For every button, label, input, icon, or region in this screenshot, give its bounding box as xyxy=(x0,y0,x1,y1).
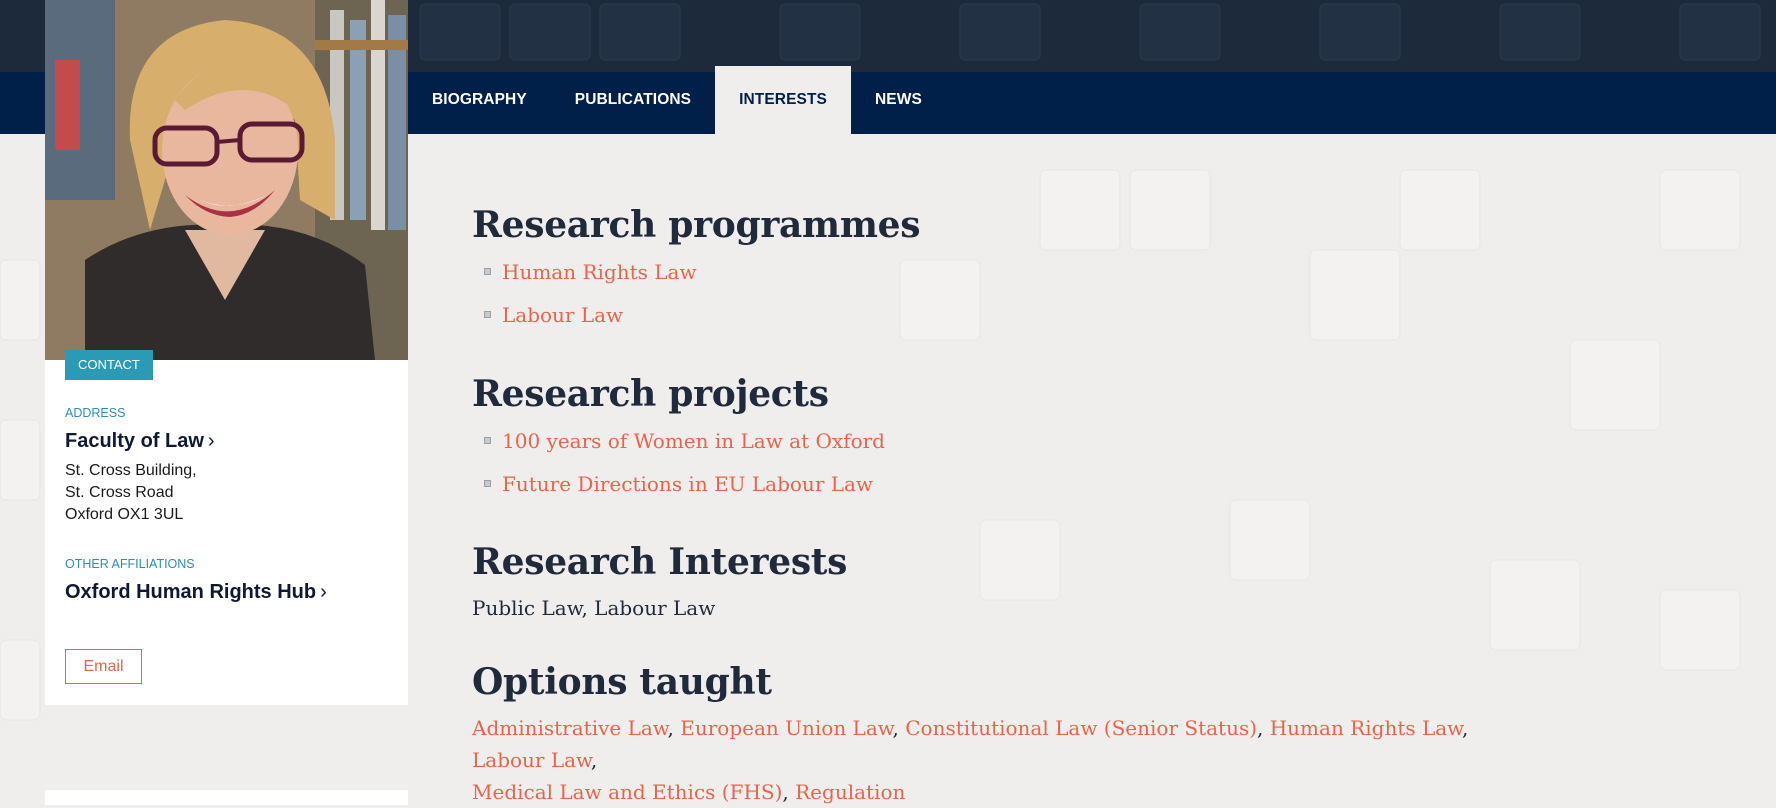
tab-interests[interactable]: INTERESTS xyxy=(715,66,851,134)
square-bullet-icon xyxy=(484,311,491,318)
list-item: Human Rights Law xyxy=(484,250,697,293)
research-projects-heading: Research projects xyxy=(472,373,829,415)
list-item: 100 years of Women in Law at Oxford xyxy=(484,419,885,462)
project-link[interactable]: Future Directions in EU Labour Law xyxy=(502,472,873,496)
tab-news[interactable]: NEWS xyxy=(851,66,946,134)
option-link[interactable]: Medical Law and Ethics (FHS) xyxy=(472,780,782,804)
address-line: Oxford OX1 3UL xyxy=(65,506,184,523)
options-taught-heading: Options taught xyxy=(472,661,772,703)
square-bullet-icon xyxy=(484,437,491,444)
list-item: Labour Law xyxy=(484,293,697,336)
profile-sidebar: CONTACT ADDRESS Faculty of Law › St. Cros… xyxy=(45,0,408,705)
address-label: ADDRESS xyxy=(65,406,126,420)
option-link[interactable]: Constitutional Law (Senior Status) xyxy=(905,716,1257,740)
research-programmes-list: Human Rights Law Labour Law xyxy=(484,250,697,336)
square-bullet-icon xyxy=(484,268,491,275)
options-taught-list: Administrative Law, European Union Law, … xyxy=(472,716,1469,804)
affiliation-link-label: Oxford Human Rights Hub xyxy=(65,581,317,603)
list-item: Future Directions in EU Labour Law xyxy=(484,462,885,505)
option-link[interactable]: Administrative Law xyxy=(472,716,668,740)
profile-photo xyxy=(45,0,408,360)
faculty-link[interactable]: Faculty of Law › xyxy=(65,430,215,453)
address-line: St. Cross Building, xyxy=(65,462,197,479)
address-line: St. Cross Road xyxy=(65,484,174,501)
tab-publications[interactable]: PUBLICATIONS xyxy=(551,66,715,134)
faculty-link-label: Faculty of Law xyxy=(65,430,204,452)
email-button[interactable]: Email xyxy=(65,649,142,684)
tab-biography[interactable]: BIOGRAPHY xyxy=(408,66,551,134)
research-projects-list: 100 years of Women in Law at Oxford Futu… xyxy=(484,419,885,505)
sidebar-card-secondary xyxy=(45,790,408,805)
chevron-right-icon: › xyxy=(320,581,327,603)
project-link[interactable]: 100 years of Women in Law at Oxford xyxy=(502,429,885,453)
profile-tabs: BIOGRAPHY PUBLICATIONS INTERESTS NEWS xyxy=(408,66,946,134)
option-link[interactable]: Human Rights Law xyxy=(1270,716,1462,740)
affiliation-link[interactable]: Oxford Human Rights Hub › xyxy=(65,581,327,604)
square-bullet-icon xyxy=(484,480,491,487)
research-programmes-heading: Research programmes xyxy=(472,204,921,246)
chevron-right-icon: › xyxy=(207,430,215,452)
contact-badge: CONTACT xyxy=(65,350,153,380)
option-link[interactable]: European Union Law xyxy=(680,716,892,740)
contact-card: CONTACT ADDRESS Faculty of Law › St. Cros… xyxy=(45,350,408,705)
affiliations-label: OTHER AFFILIATIONS xyxy=(65,557,195,571)
research-interests-heading: Research Interests xyxy=(472,541,848,583)
option-link[interactable]: Regulation xyxy=(795,780,905,804)
programme-link[interactable]: Labour Law xyxy=(502,303,623,327)
programme-link[interactable]: Human Rights Law xyxy=(502,260,697,284)
option-link[interactable]: Labour Law xyxy=(472,748,591,772)
address-text: St. Cross Building, St. Cross Road Oxfor… xyxy=(65,460,197,526)
research-interests-text: Public Law, Labour Law xyxy=(472,596,716,620)
